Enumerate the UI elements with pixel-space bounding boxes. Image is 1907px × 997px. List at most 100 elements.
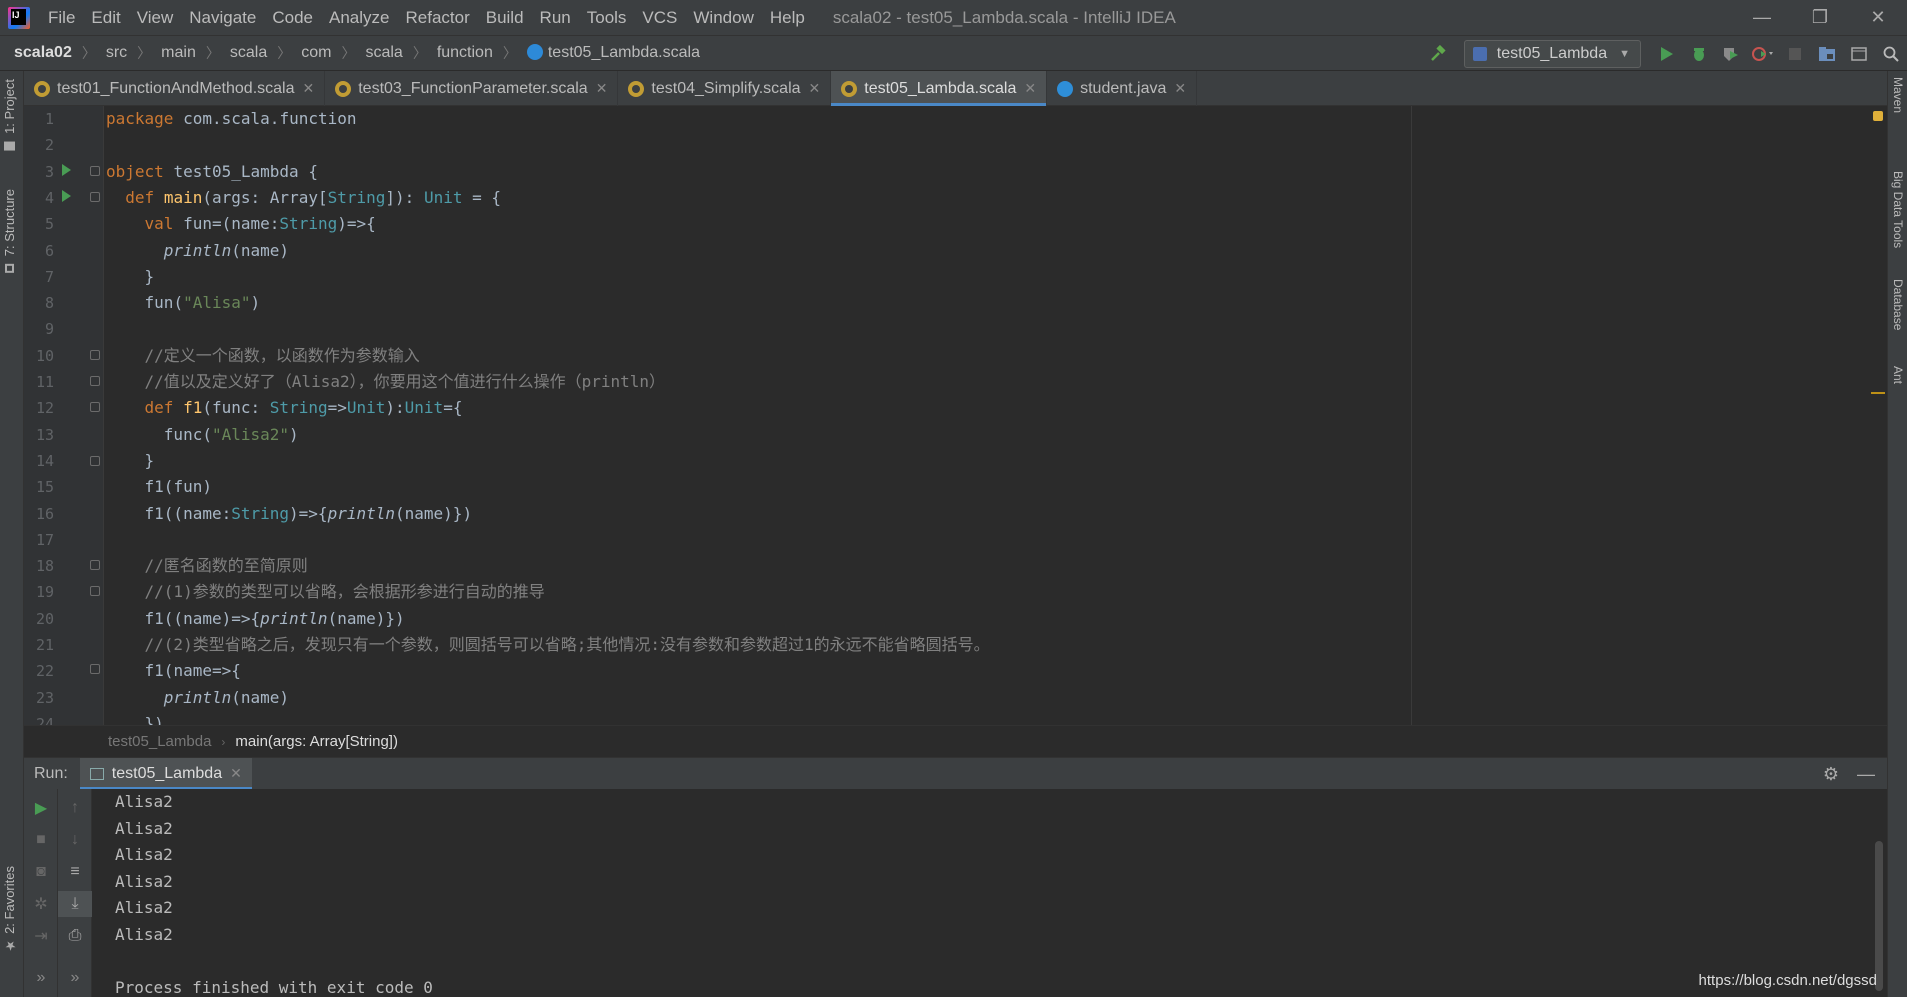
fold-icon[interactable] <box>90 166 100 176</box>
big-data-tools-tab[interactable]: Big Data Tools <box>1891 171 1905 248</box>
code-line[interactable]: //(2)类型省略之后，发现只有一个参数，则圆括号可以省略;其他情况:没有参数和… <box>106 632 990 658</box>
hide-icon[interactable]: — <box>1857 764 1875 785</box>
coverage-icon[interactable] <box>1715 36 1747 72</box>
more-icon[interactable]: » <box>58 965 92 991</box>
run-tab-test05[interactable]: test05_Lambda ✕ <box>79 757 252 790</box>
code-line[interactable]: fun("Alisa") <box>106 290 261 316</box>
menu-build[interactable]: Build <box>478 0 532 35</box>
close-button[interactable]: ✕ <box>1849 0 1907 35</box>
fold-icon[interactable] <box>90 586 100 596</box>
warning-stripe-marker[interactable] <box>1871 392 1885 394</box>
ant-tool-tab[interactable]: Ant <box>1891 366 1905 384</box>
breadcrumb-scala[interactable]: scala <box>228 44 269 62</box>
close-icon[interactable]: ✕ <box>1024 80 1036 97</box>
soft-wrap-icon[interactable]: ≡ <box>58 859 92 885</box>
code-line[interactable]: } <box>106 448 155 474</box>
down-arrow-icon[interactable]: ↓ <box>58 827 92 853</box>
up-arrow-icon[interactable]: ↑ <box>58 795 92 821</box>
fold-icon[interactable] <box>90 456 100 466</box>
code-line[interactable]: val fun=(name:String)=>{ <box>106 211 376 237</box>
menu-edit[interactable]: Edit <box>83 0 128 35</box>
code-line[interactable]: }) <box>106 711 164 725</box>
code-line[interactable]: func("Alisa2") <box>106 422 299 448</box>
code-line[interactable]: } <box>106 264 155 290</box>
code-line[interactable]: //值以及定义好了（Alisa2），你要用这个值进行什么操作（println） <box>106 369 666 395</box>
menu-refactor[interactable]: Refactor <box>397 0 477 35</box>
fold-icon[interactable] <box>90 402 100 412</box>
inspection-warning-icon[interactable] <box>1873 111 1883 121</box>
breadcrumb-file[interactable]: test05_Lambda.scala <box>525 44 702 62</box>
more-icon[interactable]: » <box>24 965 58 991</box>
breadcrumb-project[interactable]: scala02 <box>0 44 74 62</box>
fold-icon[interactable] <box>90 560 100 570</box>
fold-icon[interactable] <box>90 376 100 386</box>
project-structure-icon[interactable] <box>1811 36 1843 72</box>
console-output[interactable]: Alisa2 Alisa2 Alisa2 Alisa2 Alisa2 Alisa… <box>92 789 1869 997</box>
menu-tools[interactable]: Tools <box>579 0 635 35</box>
camera-icon[interactable]: ◙ <box>24 859 58 885</box>
code-line[interactable]: f1((name:String)=>{println(name)}) <box>106 501 473 527</box>
run-icon[interactable] <box>1651 36 1683 72</box>
menu-file[interactable]: File <box>40 0 83 35</box>
maven-tool-tab[interactable]: Maven <box>1891 77 1905 113</box>
debug-icon[interactable] <box>1683 36 1715 72</box>
code-line[interactable]: println(name) <box>106 238 289 264</box>
menu-window[interactable]: Window <box>685 0 761 35</box>
code-line[interactable]: println(name) <box>106 685 289 711</box>
debug-restart-icon[interactable]: ✲ <box>24 891 58 917</box>
breadcrumb-method[interactable]: main(args: Array[String]) <box>235 733 398 750</box>
close-icon[interactable]: ✕ <box>1174 80 1186 97</box>
exit-icon[interactable]: ⇥ <box>24 923 58 949</box>
menu-analyze[interactable]: Analyze <box>321 0 397 35</box>
tab-test05-active[interactable]: test05_Lambda.scala ✕ <box>831 71 1048 106</box>
breadcrumb-src[interactable]: src <box>104 44 129 62</box>
breadcrumb-object[interactable]: test05_Lambda <box>108 733 211 750</box>
code-line[interactable]: def f1(func: String=>Unit):Unit={ <box>106 395 463 421</box>
run-gutter-icon[interactable] <box>62 190 71 202</box>
favorites-tool-tab[interactable]: ★ 2: Favorites <box>2 866 17 953</box>
fold-icon[interactable] <box>90 664 100 674</box>
menu-run[interactable]: Run <box>532 0 579 35</box>
fold-icon[interactable] <box>90 350 100 360</box>
project-tool-tab[interactable]: 1: Project <box>2 79 17 151</box>
tab-student-java[interactable]: student.java ✕ <box>1047 71 1198 106</box>
code-line[interactable]: f1((name)=>{println(name)}) <box>106 606 405 632</box>
code-line[interactable]: f1(name=>{ <box>106 658 241 684</box>
breadcrumb-scala-pkg[interactable]: scala <box>363 44 404 62</box>
close-icon[interactable]: ✕ <box>809 80 821 97</box>
gear-icon[interactable]: ⚙ <box>1823 764 1839 785</box>
rerun-icon[interactable]: ▶ <box>24 795 58 821</box>
tab-test01[interactable]: test01_FunctionAndMethod.scala ✕ <box>24 71 326 106</box>
menu-help[interactable]: Help <box>762 0 813 35</box>
code-line[interactable]: //(1)参数的类型可以省略，会根据形参进行自动的推导 <box>106 579 545 605</box>
breadcrumb-function[interactable]: function <box>435 44 495 62</box>
tab-test04[interactable]: test04_Simplify.scala ✕ <box>618 71 832 106</box>
run-gutter-icon[interactable] <box>62 164 71 176</box>
search-icon[interactable] <box>1875 36 1907 72</box>
minimize-button[interactable]: — <box>1733 0 1791 35</box>
console-scrollbar[interactable] <box>1869 789 1887 997</box>
menu-vcs[interactable]: VCS <box>634 0 685 35</box>
stop-icon[interactable]: ■ <box>24 827 58 853</box>
code-line[interactable]: f1(fun) <box>106 474 212 500</box>
code-line[interactable]: object test05_Lambda { <box>106 159 318 185</box>
profile-icon[interactable] <box>1747 36 1779 72</box>
code-line[interactable]: package com.scala.function <box>106 106 357 132</box>
close-icon[interactable]: ✕ <box>596 80 608 97</box>
restore-button[interactable]: ❐ <box>1791 0 1849 35</box>
close-icon[interactable]: ✕ <box>302 80 314 97</box>
breadcrumb-com[interactable]: com <box>299 44 333 62</box>
close-icon[interactable]: ✕ <box>230 765 242 782</box>
code-line[interactable]: def main(args: Array[String]): Unit = { <box>106 185 501 211</box>
breadcrumb-main[interactable]: main <box>159 44 198 62</box>
stop-icon[interactable] <box>1779 36 1811 72</box>
menu-code[interactable]: Code <box>264 0 321 35</box>
code-lines[interactable]: package com.scala.function object test05_… <box>106 106 1869 725</box>
tab-test03[interactable]: test03_FunctionParameter.scala ✕ <box>325 71 619 106</box>
database-tool-tab[interactable]: Database <box>1891 279 1905 330</box>
terminal-icon[interactable] <box>1843 36 1875 72</box>
code-line[interactable]: //匿名函数的至简原则 <box>106 553 308 579</box>
scrollbar-thumb[interactable] <box>1875 841 1883 991</box>
print-icon[interactable]: ⎙ <box>58 923 92 949</box>
editor-scrollbar[interactable] <box>1869 106 1887 725</box>
